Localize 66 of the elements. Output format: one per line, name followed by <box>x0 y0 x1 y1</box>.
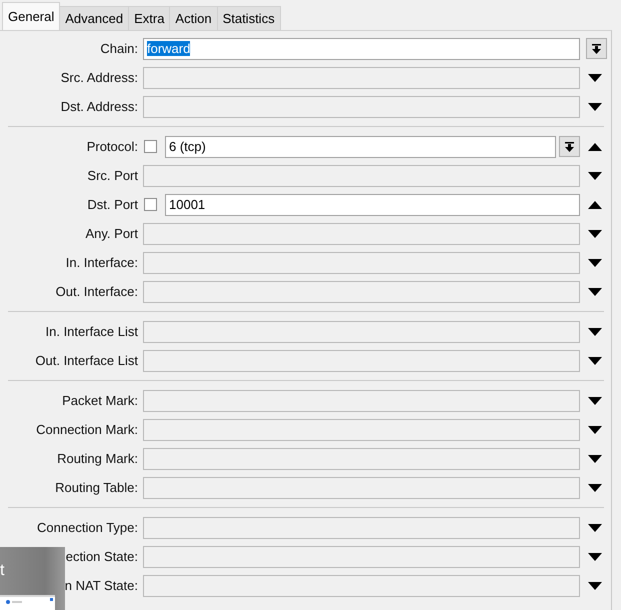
expand-button[interactable] <box>587 228 603 238</box>
tab[interactable]: General <box>2 2 60 30</box>
field-label: Dst. Address: <box>60 99 138 114</box>
expand-button[interactable] <box>587 356 603 366</box>
expand-button[interactable] <box>587 396 603 406</box>
dropdown-icon <box>592 44 601 54</box>
expand-button[interactable] <box>587 482 603 492</box>
field-label: Packet Mark: <box>62 393 138 408</box>
field-label: Chain: <box>100 41 138 56</box>
negate-checkbox[interactable] <box>144 140 157 153</box>
field-label: ection State: <box>66 549 138 564</box>
input-field[interactable] <box>143 516 580 538</box>
field-label: Out. Interface List <box>35 353 138 368</box>
preview-title: t <box>0 562 4 580</box>
input-field[interactable] <box>143 252 580 274</box>
input-field[interactable]: forward <box>143 38 580 60</box>
field-label: Connection Type: <box>37 520 138 535</box>
field-label: Out. Interface: <box>56 284 138 299</box>
field-label: Routing Mark: <box>57 451 138 466</box>
expand-button[interactable] <box>587 286 603 296</box>
tab[interactable]: Action <box>169 6 218 30</box>
dropdown-button[interactable] <box>586 38 607 59</box>
field-label: Src. Port <box>87 168 138 183</box>
expand-button[interactable] <box>587 454 603 464</box>
input-field[interactable] <box>143 320 580 342</box>
tab[interactable]: Extra <box>128 6 170 30</box>
dropdown-button[interactable] <box>559 136 580 157</box>
field-label: In. Interface List <box>46 324 138 339</box>
negate-checkbox[interactable] <box>144 198 157 211</box>
input-field[interactable] <box>143 350 580 372</box>
input-field[interactable] <box>143 546 580 568</box>
tab[interactable]: Statistics <box>216 6 281 30</box>
expand-button[interactable] <box>587 522 603 532</box>
expand-button[interactable] <box>587 580 603 590</box>
collapse-button[interactable] <box>587 200 603 210</box>
input-field[interactable]: 6 (tcp) <box>165 136 556 158</box>
expand-button[interactable] <box>587 170 603 180</box>
input-field[interactable] <box>143 476 580 498</box>
input-field[interactable] <box>143 66 580 88</box>
input-field[interactable] <box>143 390 580 412</box>
field-label: n NAT State: <box>64 578 138 593</box>
input-field[interactable] <box>143 222 580 244</box>
input-field[interactable] <box>143 280 580 302</box>
field-label: In. Interface: <box>66 255 138 270</box>
input-field[interactable] <box>143 164 580 186</box>
field-label: Protocol: <box>86 139 138 154</box>
expand-button[interactable] <box>587 72 603 82</box>
input-field[interactable]: 10001 <box>165 194 580 216</box>
window-preview[interactable]: t <box>0 547 65 610</box>
dropdown-icon <box>565 142 574 152</box>
field-label: Connection Mark: <box>36 422 138 437</box>
field-label: Src. Address: <box>60 70 138 85</box>
expand-button[interactable] <box>587 258 603 268</box>
field-label: Any. Port <box>85 226 138 241</box>
input-field[interactable] <box>143 96 580 118</box>
input-field[interactable] <box>143 448 580 470</box>
collapse-button[interactable] <box>587 142 603 152</box>
expand-button[interactable] <box>587 552 603 562</box>
expand-button[interactable] <box>587 326 603 336</box>
expand-button[interactable] <box>587 102 603 112</box>
input-field[interactable] <box>143 418 580 440</box>
input-field[interactable] <box>143 574 580 596</box>
field-label: Dst. Port <box>87 197 138 212</box>
expand-button[interactable] <box>587 424 603 434</box>
tab[interactable]: Advanced <box>59 6 130 30</box>
field-label: Routing Table: <box>55 480 138 495</box>
